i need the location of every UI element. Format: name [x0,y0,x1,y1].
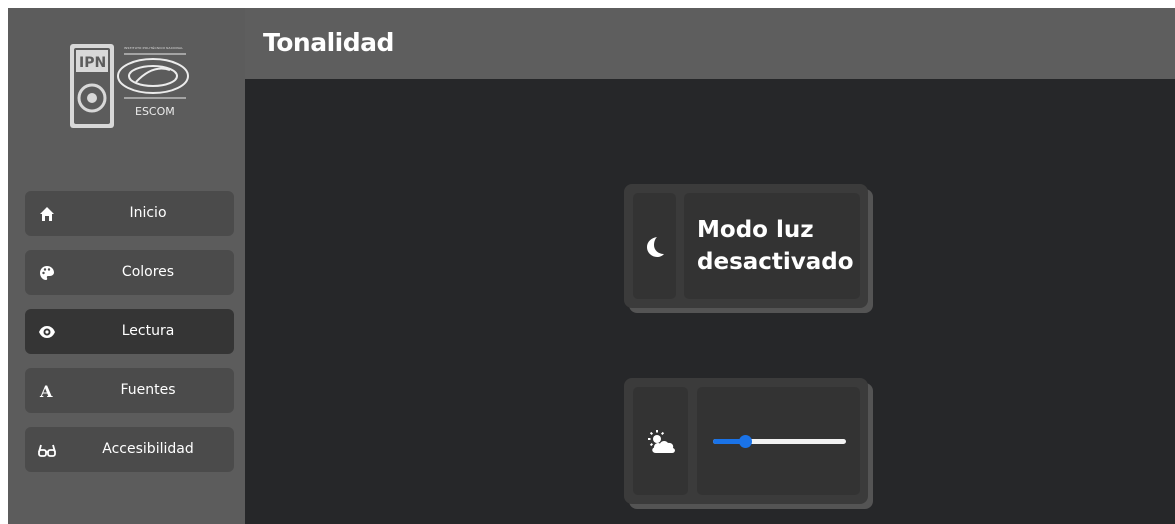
mode-icon-panel [633,193,676,299]
escom-logo: IPN INSTITUTO POLITÉCNICO NACIONAL ESCOM [66,42,200,132]
sidebar-item-label: Colores [121,264,175,280]
svg-text:A: A [39,383,53,399]
sidebar-item-label: Accesibilidad [102,441,194,457]
sidebar-item-lectura[interactable]: Lectura [25,309,234,354]
sidebar-item-colores[interactable]: Colores [25,250,234,295]
mode-status-text: Modo luz desactivado [697,214,854,278]
glasses-icon [37,440,57,460]
sidebar-item-label: Lectura [121,323,175,339]
light-mode-toggle-card[interactable]: Modo luz desactivado [624,184,868,308]
home-icon [37,204,57,224]
institute-name: INSTITUTO POLITÉCNICO NACIONAL [124,46,184,50]
header: Tonalidad [245,8,1175,79]
moon-icon [647,237,664,257]
sidebar-item-label: Fuentes [120,382,176,398]
sun-cloud-icon [648,430,675,453]
tone-slider-panel [697,387,860,495]
svg-text:IPN: IPN [79,55,106,71]
eye-icon [37,322,57,342]
sidebar-item-fuentes[interactable]: A Fuentes [25,368,234,413]
tone-icon-panel [633,387,688,495]
tone-slider-thumb[interactable] [738,435,752,448]
tone-slider-card [624,378,868,504]
sidebar-item-inicio[interactable]: Inicio [25,191,234,236]
sidebar-item-label: Inicio [129,205,167,221]
mode-status-line-2: desactivado [697,249,854,275]
ipn-shield-icon: IPN [70,44,189,128]
palette-icon [37,263,57,283]
page-title: Tonalidad [263,28,394,57]
app-frame: IPN INSTITUTO POLITÉCNICO NACIONAL ESCOM… [8,8,1175,524]
sidebar: IPN INSTITUTO POLITÉCNICO NACIONAL ESCOM… [8,8,245,524]
sidebar-item-accesibilidad[interactable]: Accesibilidad [25,427,234,472]
tone-slider-track[interactable] [713,435,846,448]
escom-label: ESCOM [135,105,175,118]
mode-status-line-1: Modo luz [697,217,814,243]
sidebar-nav: Inicio Colores Lectura A Fuentes Accesib… [25,191,234,486]
mode-label-panel: Modo luz desactivado [684,193,860,299]
font-icon: A [37,381,57,401]
